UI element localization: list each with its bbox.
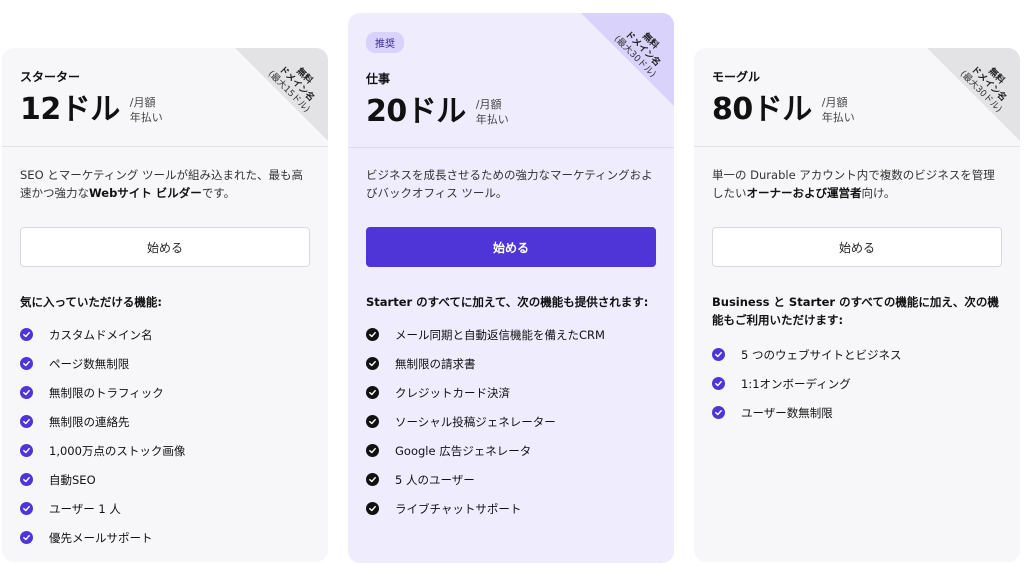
feature-label: 5 つのウェブサイトとビジネス (741, 347, 902, 362)
feature-label: 無制限の請求書 (395, 356, 476, 371)
feature-item: 無制限の連絡先 (20, 407, 310, 436)
feature-item: 無制限の請求書 (366, 349, 656, 378)
feature-label: メール同期と自動返信機能を備えたCRM (395, 327, 605, 342)
get-started-button[interactable]: 始める (366, 227, 656, 267)
plan-price: 12ドル (20, 92, 120, 127)
check-circle-icon (366, 444, 379, 457)
feature-label: 1:1オンボーディング (741, 376, 851, 391)
get-started-button[interactable]: 始める (712, 227, 1002, 267)
plan-card-mogul: 無料 ドメイン名 (最大30ドル) モーグル 80ドル /月額 年払い 単一の … (694, 48, 1020, 562)
plan-price: 80ドル (712, 92, 812, 127)
feature-label: 無制限の連絡先 (49, 414, 130, 429)
feature-item: 無制限のトラフィック (20, 378, 310, 407)
check-circle-icon (366, 328, 379, 341)
divider (348, 147, 674, 148)
check-circle-icon (366, 386, 379, 399)
check-circle-icon (712, 406, 725, 419)
billing-period: /月額 年払い (821, 96, 855, 124)
billing-period: /月額 年払い (129, 96, 163, 124)
feature-list: メール同期と自動返信機能を備えたCRM 無制限の請求書クレジットカード決済ソーシャ… (366, 320, 656, 523)
plan-header: 仕事 20ドル /月額 年払い (348, 13, 674, 150)
plan-price: 20ドル (366, 94, 466, 129)
feature-list: 5 つのウェブサイトとビジネス 1:1オンボーディング ユーザー数無制限 (712, 340, 1002, 427)
check-circle-icon (712, 348, 725, 361)
feature-item: ページ数無制限 (20, 349, 310, 378)
feature-label: 無制限のトラフィック (49, 385, 164, 400)
feature-item: カスタムドメイン名 (20, 320, 310, 349)
feature-label: Google 広告ジェネレータ (395, 443, 532, 458)
feature-item: 優先メールサポート (20, 523, 310, 552)
plan-header: モーグル 80ドル /月額 年払い (694, 48, 1020, 148)
check-circle-icon (20, 328, 33, 341)
check-circle-icon (20, 415, 33, 428)
features-title: Starter のすべてに加えて、次の機能も提供されます: (366, 295, 649, 309)
plan-name: スターター (20, 70, 81, 84)
feature-item: 1,000万点のストック画像 (20, 436, 310, 465)
feature-label: ユーザー 1 人 (49, 501, 121, 516)
feature-item: ユーザー数無制限 (712, 398, 1002, 427)
check-circle-icon (20, 386, 33, 399)
plan-card-business: 無料 ドメイン名 (最大30ドル) 推奨 仕事 20ドル /月額 年払い ビジネ… (348, 13, 674, 563)
plan-description: SEO とマーケティング ツールが組み込まれた、最も高速かつ強力なWebサイト … (20, 168, 304, 200)
feature-item: クレジットカード決済 (366, 378, 656, 407)
feature-label: ソーシャル投稿ジェネレーター (395, 414, 556, 429)
feature-label: 1,000万点のストック画像 (49, 443, 186, 458)
check-circle-icon (366, 473, 379, 486)
plan-header: スターター 12ドル /月額 年払い (2, 48, 328, 148)
check-circle-icon (20, 473, 33, 486)
feature-item: 自動SEO (20, 465, 310, 494)
feature-label: ライブチャットサポート (395, 501, 522, 516)
feature-list: カスタムドメイン名 ページ数無制限無制限のトラフィック 無制限の連絡先 1,000万点… (20, 320, 310, 552)
get-started-button[interactable]: 始める (20, 227, 310, 267)
check-circle-icon (712, 377, 725, 390)
feature-label: 自動SEO (49, 472, 96, 487)
feature-item: メール同期と自動返信機能を備えたCRM (366, 320, 656, 349)
feature-item: 5 つのウェブサイトとビジネス (712, 340, 1002, 369)
feature-label: 5 人のユーザー (395, 472, 475, 487)
features-title: 気に入っていただける機能: (20, 295, 163, 309)
plan-name: 仕事 (366, 72, 391, 86)
plan-name: モーグル (712, 70, 761, 84)
feature-item: 1:1オンボーディング (712, 369, 1002, 398)
plan-description: ビジネスを成長させるための強力なマーケティングおよびバックオフィス ツール。 (366, 168, 653, 200)
divider (2, 146, 328, 147)
check-circle-icon (366, 502, 379, 515)
features-title: Business と Starter のすべての機能に加え、次の機能もご利用いた… (712, 295, 999, 327)
feature-item: 5 人のユーザー (366, 465, 656, 494)
divider (694, 146, 1020, 147)
feature-label: クレジットカード決済 (395, 385, 510, 400)
feature-item: ソーシャル投稿ジェネレーター (366, 407, 656, 436)
check-circle-icon (20, 502, 33, 515)
feature-item: Google 広告ジェネレータ (366, 436, 656, 465)
check-circle-icon (366, 357, 379, 370)
feature-item: ユーザー 1 人 (20, 494, 310, 523)
check-circle-icon (20, 531, 33, 544)
plan-card-starter: 無料 ドメイン名 (最大15ドル) スターター 12ドル /月額 年払い SEO… (2, 48, 328, 562)
check-circle-icon (20, 357, 33, 370)
billing-period: /月額 年払い (475, 98, 509, 126)
pricing-page: 無料 ドメイン名 (最大15ドル) スターター 12ドル /月額 年払い SEO… (0, 0, 1024, 563)
plan-description: 単一の Durable アカウント内で複数のビジネスを管理したいオーナーおよび運… (712, 168, 995, 200)
check-circle-icon (366, 415, 379, 428)
feature-label: 優先メールサポート (49, 530, 153, 545)
feature-item: ライブチャットサポート (366, 494, 656, 523)
feature-label: ページ数無制限 (49, 356, 130, 371)
check-circle-icon (20, 444, 33, 457)
feature-label: ユーザー数無制限 (741, 405, 833, 420)
feature-label: カスタムドメイン名 (49, 327, 153, 342)
